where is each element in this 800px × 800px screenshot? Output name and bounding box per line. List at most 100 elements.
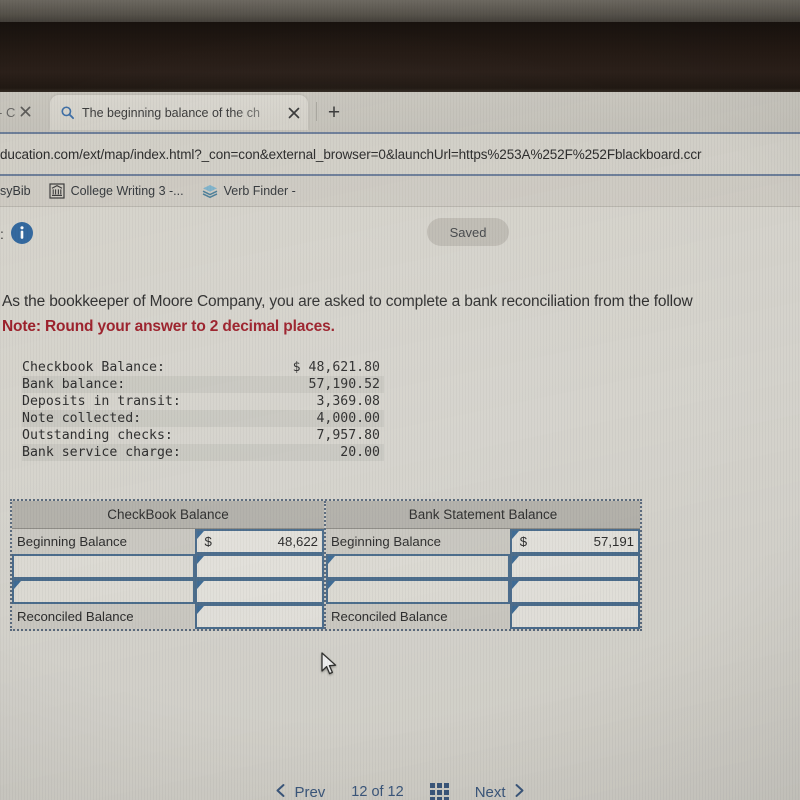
question-note: Note: Round your answer to 2 decimal pla… bbox=[2, 318, 335, 335]
comment-flag-icon bbox=[511, 581, 519, 589]
table-row bbox=[326, 579, 640, 604]
table-row bbox=[326, 554, 640, 579]
checkbook-balance-header: CheckBook Balance bbox=[12, 501, 324, 529]
saved-status-badge: Saved bbox=[427, 218, 509, 246]
mouse-cursor bbox=[321, 652, 339, 678]
table-row bbox=[12, 579, 324, 604]
close-icon[interactable] bbox=[20, 105, 31, 120]
given-data-amount: 57,190.52 bbox=[308, 377, 380, 392]
tab-active[interactable]: The beginning balance of the ch bbox=[50, 95, 308, 130]
tab-strip: - C The beginning balance of the ch bbox=[0, 92, 800, 132]
given-data-row: Deposits in transit: 3,369.08 bbox=[22, 393, 384, 410]
given-data-row: Bank service charge: 20.00 bbox=[22, 444, 384, 461]
chevron-right-icon bbox=[513, 783, 526, 800]
amount-input[interactable] bbox=[509, 554, 640, 579]
bank-icon bbox=[48, 183, 65, 199]
row-label: Beginning Balance bbox=[12, 529, 195, 554]
comment-flag-icon bbox=[196, 556, 204, 564]
browser-window: - C The beginning balance of the ch bbox=[0, 92, 800, 800]
grid-icon[interactable] bbox=[429, 782, 449, 800]
comment-flag-icon bbox=[14, 581, 21, 589]
table-row: Beginning Balance $ 57,191 bbox=[326, 529, 640, 554]
question-counter: 12 of 12 bbox=[351, 784, 404, 800]
page-content: : Saved As the bookkeeper of Moore Compa… bbox=[0, 207, 800, 800]
tab-previous-label: - C bbox=[0, 105, 16, 120]
amount-input[interactable] bbox=[194, 579, 324, 604]
given-data-label: Bank balance: bbox=[22, 377, 126, 392]
comment-flag-icon bbox=[511, 556, 519, 564]
description-input[interactable] bbox=[326, 579, 510, 604]
next-question-button[interactable]: Next bbox=[475, 783, 526, 800]
table-row: Beginning Balance $ 48,622 bbox=[12, 529, 324, 554]
given-data-label: Bank service charge: bbox=[22, 445, 181, 460]
amount-value: 48,622 bbox=[277, 534, 318, 549]
amount-input[interactable]: $ 57,191 bbox=[509, 529, 640, 554]
description-input[interactable] bbox=[12, 579, 195, 604]
amount-input[interactable] bbox=[509, 579, 640, 604]
tab-active-title: The beginning balance of the ch bbox=[82, 105, 260, 120]
table-row: Reconciled Balance bbox=[326, 604, 640, 629]
table-row bbox=[12, 554, 324, 579]
bookmark-easybib[interactable]: syBib bbox=[0, 184, 40, 198]
given-data-label: Note collected: bbox=[22, 411, 142, 426]
description-input[interactable] bbox=[326, 554, 510, 579]
question-prompt: As the bookkeeper of Moore Company, you … bbox=[2, 293, 693, 310]
prev-question-label: Prev bbox=[294, 783, 326, 800]
comment-flag-icon bbox=[511, 531, 519, 539]
given-data-amount: 20.00 bbox=[340, 445, 380, 460]
bookmark-college-writing[interactable]: College Writing 3 -... bbox=[40, 183, 193, 199]
comment-flag-icon bbox=[328, 556, 335, 564]
given-data-label: Deposits in transit: bbox=[22, 394, 181, 409]
given-data-row: Checkbook Balance: $ 48,621.80 bbox=[22, 359, 384, 376]
given-data-label: Checkbook Balance: bbox=[22, 360, 165, 375]
bookmark-verb-finder[interactable]: Verb Finder - bbox=[193, 183, 305, 199]
given-data-label: Outstanding checks: bbox=[22, 428, 173, 443]
next-question-label: Next bbox=[474, 783, 506, 800]
comment-flag-icon bbox=[511, 606, 519, 614]
row-label: Reconciled Balance bbox=[12, 604, 195, 629]
search-icon bbox=[60, 105, 75, 120]
prev-question-button[interactable]: Prev bbox=[274, 783, 325, 800]
bookmark-label: syBib bbox=[0, 184, 31, 198]
comment-flag-icon bbox=[196, 531, 204, 539]
bank-statement-balance-column: Bank Statement Balance Beginning Balance… bbox=[326, 501, 640, 629]
given-data-amount: $ 48,621.80 bbox=[292, 360, 380, 375]
bookmark-label: College Writing 3 -... bbox=[70, 184, 184, 198]
description-input[interactable] bbox=[12, 554, 195, 579]
new-tab-button[interactable]: + bbox=[322, 100, 346, 124]
tab-separator bbox=[316, 102, 317, 121]
bank-statement-balance-header: Bank Statement Balance bbox=[326, 501, 640, 529]
amount-input[interactable] bbox=[194, 554, 324, 579]
question-navigation: Prev 12 of 12 Next bbox=[0, 781, 800, 800]
tab-previous[interactable]: - C bbox=[0, 96, 54, 129]
given-data-amount: 4,000.00 bbox=[316, 411, 380, 426]
monitor-photo: - C The beginning balance of the ch bbox=[0, 0, 800, 800]
given-data-row: Bank balance: 57,190.52 bbox=[22, 376, 384, 393]
checkbook-balance-column: CheckBook Balance Beginning Balance $ 48… bbox=[12, 501, 326, 629]
given-data-amount: 3,369.08 bbox=[316, 394, 380, 409]
given-data-row: Note collected: 4,000.00 bbox=[22, 410, 384, 427]
comment-flag-icon bbox=[328, 581, 335, 589]
amount-value: 57,191 bbox=[593, 534, 634, 549]
reconciliation-table: CheckBook Balance Beginning Balance $ 48… bbox=[10, 499, 642, 631]
given-data-amount: 7,957.80 bbox=[316, 428, 380, 443]
close-icon[interactable] bbox=[286, 105, 302, 121]
bookmarks-bar: syBib College Writing 3 -... Verb Finder… bbox=[0, 176, 800, 207]
amount-input[interactable] bbox=[509, 604, 640, 629]
layers-icon bbox=[202, 183, 218, 199]
given-data-list: Checkbook Balance: $ 48,621.80 Bank bala… bbox=[22, 359, 384, 461]
comment-flag-icon bbox=[196, 581, 204, 589]
info-icon[interactable] bbox=[10, 221, 34, 245]
chevron-left-icon bbox=[274, 783, 287, 800]
row-label: Reconciled Balance bbox=[326, 604, 510, 629]
given-data-row: Outstanding checks: 7,957.80 bbox=[22, 427, 384, 444]
table-row: Reconciled Balance bbox=[12, 604, 324, 629]
monitor-bezel-dark bbox=[0, 22, 800, 94]
address-bar-url[interactable]: ducation.com/ext/map/index.html?_con=con… bbox=[0, 147, 800, 162]
amount-input[interactable] bbox=[194, 604, 324, 629]
assignment-toolbar: : Saved bbox=[0, 207, 800, 259]
amount-input[interactable]: $ 48,622 bbox=[194, 529, 324, 554]
row-label: Beginning Balance bbox=[326, 529, 510, 554]
address-bar[interactable]: ducation.com/ext/map/index.html?_con=con… bbox=[0, 132, 800, 176]
comment-flag-icon bbox=[196, 606, 204, 614]
